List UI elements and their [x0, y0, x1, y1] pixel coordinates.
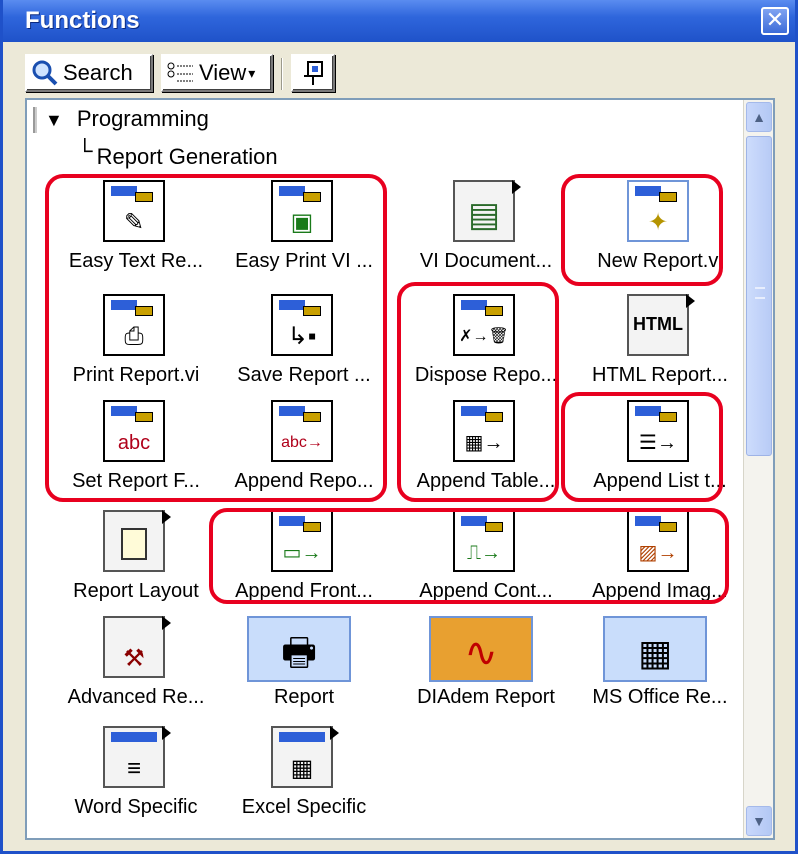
palette-item[interactable]: ⚒ Advanced Re...	[51, 616, 221, 736]
toolbar-separator	[281, 58, 283, 90]
palette-item[interactable]: ▦ MS Office Re...	[575, 616, 745, 736]
ms-office-icon: ▦	[603, 616, 707, 682]
highlight-outline	[561, 174, 723, 286]
highlight-outline	[561, 392, 723, 502]
pin-palette-button[interactable]	[291, 54, 335, 92]
vi-documentation-icon: ▤	[453, 180, 521, 242]
pin-icon	[304, 61, 323, 85]
title-bar[interactable]: Functions ✕	[3, 0, 795, 42]
close-icon: ✕	[765, 7, 785, 32]
scroll-up-button[interactable]: ▲	[746, 102, 772, 132]
excel-palette-icon: ▦	[271, 726, 339, 788]
chevron-down-icon: ▾	[248, 64, 256, 81]
search-icon	[32, 60, 58, 86]
palette-item-label: Report Layout	[73, 580, 199, 602]
tree-label-programming: Programming	[76, 106, 209, 131]
palette-item-label: MS Office Re...	[592, 686, 728, 708]
palette-content-panel: ▼ Programming └ Report Generation ✎ Easy T…	[25, 98, 775, 840]
layout-palette-icon	[103, 510, 171, 572]
palette-item-label: VI Document...	[419, 250, 553, 272]
palette-item-label: Word Specific	[74, 796, 198, 818]
search-button[interactable]: Search	[25, 54, 153, 92]
palette-item-label: Advanced Re...	[67, 686, 205, 708]
scroll-down-button[interactable]: ▼	[746, 806, 772, 836]
palette-item[interactable]: Report Layout	[51, 510, 221, 630]
tree-item-report-generation[interactable]: └ Report Generation	[77, 138, 278, 170]
tree-label-report-generation: Report Generation	[96, 144, 278, 169]
word-palette-icon: ≡	[103, 726, 171, 788]
palette-item[interactable]: ≡ Word Specific	[51, 726, 221, 838]
expand-triangle-icon[interactable]: ▼	[45, 110, 63, 131]
toolbar: Search View ▾	[25, 54, 765, 94]
tree-item-programming[interactable]: ▼ Programming	[33, 106, 209, 134]
palette-item[interactable]: ∿ DIAdem Report	[401, 616, 571, 736]
search-label: Search	[63, 60, 133, 85]
palette-item-label: Excel Specific	[241, 796, 367, 818]
palette-item-label: DIAdem Report	[417, 686, 555, 708]
highlight-outline	[45, 174, 387, 502]
diadem-icon: ∿	[429, 616, 533, 682]
view-list-icon	[167, 62, 193, 82]
palette-item-label: Report	[273, 686, 335, 708]
view-button[interactable]: View ▾	[161, 54, 273, 92]
functions-palette-window: Functions ✕ Search View ▾ ▼ Programming …	[0, 0, 798, 854]
tree-connector-icon: └	[77, 138, 93, 163]
close-button[interactable]: ✕	[761, 7, 789, 35]
highlight-outline	[397, 282, 559, 502]
hammer-palette-icon: ⚒	[103, 616, 171, 678]
palette-item[interactable]: 🖶 Report	[219, 616, 389, 736]
palette-item[interactable]: ▦ Excel Specific	[219, 726, 389, 838]
window-title: Functions	[25, 7, 140, 34]
drag-grip-icon[interactable]	[33, 107, 37, 134]
scroll-thumb[interactable]	[746, 136, 772, 456]
palette-item-label: HTML Report...	[592, 364, 728, 386]
vertical-scrollbar[interactable]: ▲ ▼	[743, 100, 773, 838]
html-palette-icon: HTML	[627, 294, 695, 356]
highlight-outline	[209, 508, 729, 604]
view-label: View	[199, 60, 247, 85]
report-printer-icon: 🖶	[247, 616, 351, 682]
